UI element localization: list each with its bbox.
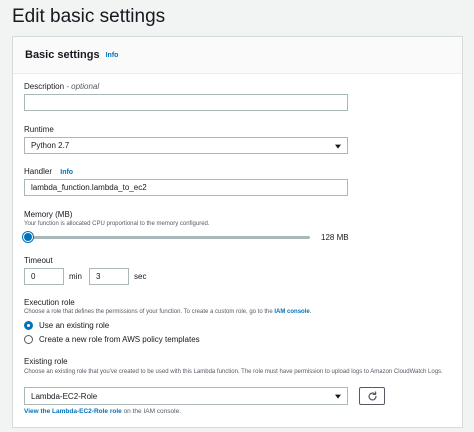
panel-info-link[interactable]: Info <box>106 52 119 59</box>
radio-label: Create a new role from AWS policy templa… <box>39 335 200 344</box>
page-title: Edit basic settings <box>12 6 166 27</box>
execution-role-desc-suffix: . <box>309 309 312 315</box>
memory-slider-thumb[interactable] <box>23 232 33 242</box>
radio-checked-icon[interactable] <box>24 321 33 330</box>
runtime-value: Python 2.7 <box>31 141 70 150</box>
execution-role-label: Execution role <box>24 298 75 307</box>
existing-role-value: Lambda-EC2-Role <box>31 391 98 401</box>
handler-input[interactable]: lambda_function.lambda_to_ec2 <box>24 179 348 196</box>
iam-console-link[interactable]: IAM console <box>274 309 309 315</box>
existing-role-description: Choose an existing role that you've crea… <box>24 369 443 375</box>
memory-slider-track[interactable] <box>28 236 310 239</box>
handler-label-text: Handler <box>24 167 53 176</box>
radio-unchecked-icon[interactable] <box>24 335 33 344</box>
caret-down-icon <box>335 394 341 399</box>
runtime-select[interactable]: Python 2.7 <box>24 137 348 154</box>
radio-use-existing-role[interactable]: Use an existing role <box>24 321 109 330</box>
view-role-suffix: on the IAM console. <box>121 408 182 415</box>
description-label-text: Description <box>24 82 65 91</box>
refresh-button[interactable] <box>359 387 385 405</box>
execution-role-desc-text: Choose a role that defines the permissio… <box>24 309 275 315</box>
minutes-unit: min <box>69 272 82 281</box>
handler-label: Handler Info <box>24 167 73 176</box>
runtime-label: Runtime <box>24 125 54 134</box>
memory-value: 128 MB <box>321 233 349 242</box>
execution-role-description: Choose a role that defines the permissio… <box>24 309 311 315</box>
caret-down-icon <box>335 144 341 149</box>
handler-info-link[interactable]: Info <box>60 169 73 176</box>
timeout-seconds-input[interactable]: 3 <box>89 268 129 285</box>
timeout-label: Timeout <box>24 256 53 265</box>
description-label: Description - optional <box>24 82 99 91</box>
seconds-unit: sec <box>134 272 147 281</box>
radio-label: Use an existing role <box>39 321 110 330</box>
memory-description: Your function is allocated CPU proportio… <box>24 221 210 227</box>
radio-create-new-role[interactable]: Create a new role from AWS policy templa… <box>24 335 200 344</box>
view-role-line: View the Lambda-EC2-Role role on the IAM… <box>24 408 181 415</box>
existing-role-select[interactable]: Lambda-EC2-Role <box>24 387 348 405</box>
optional-tag: - optional <box>66 82 100 91</box>
refresh-icon <box>368 390 377 401</box>
memory-label: Memory (MB) <box>24 210 73 219</box>
existing-role-label: Existing role <box>24 357 68 366</box>
panel-title: Basic settings <box>25 49 100 61</box>
description-input[interactable] <box>24 94 348 111</box>
panel-header: Basic settings Info <box>13 37 462 74</box>
view-role-link[interactable]: View the Lambda-EC2-Role role <box>24 408 122 415</box>
timeout-minutes-input[interactable]: 0 <box>24 268 64 285</box>
